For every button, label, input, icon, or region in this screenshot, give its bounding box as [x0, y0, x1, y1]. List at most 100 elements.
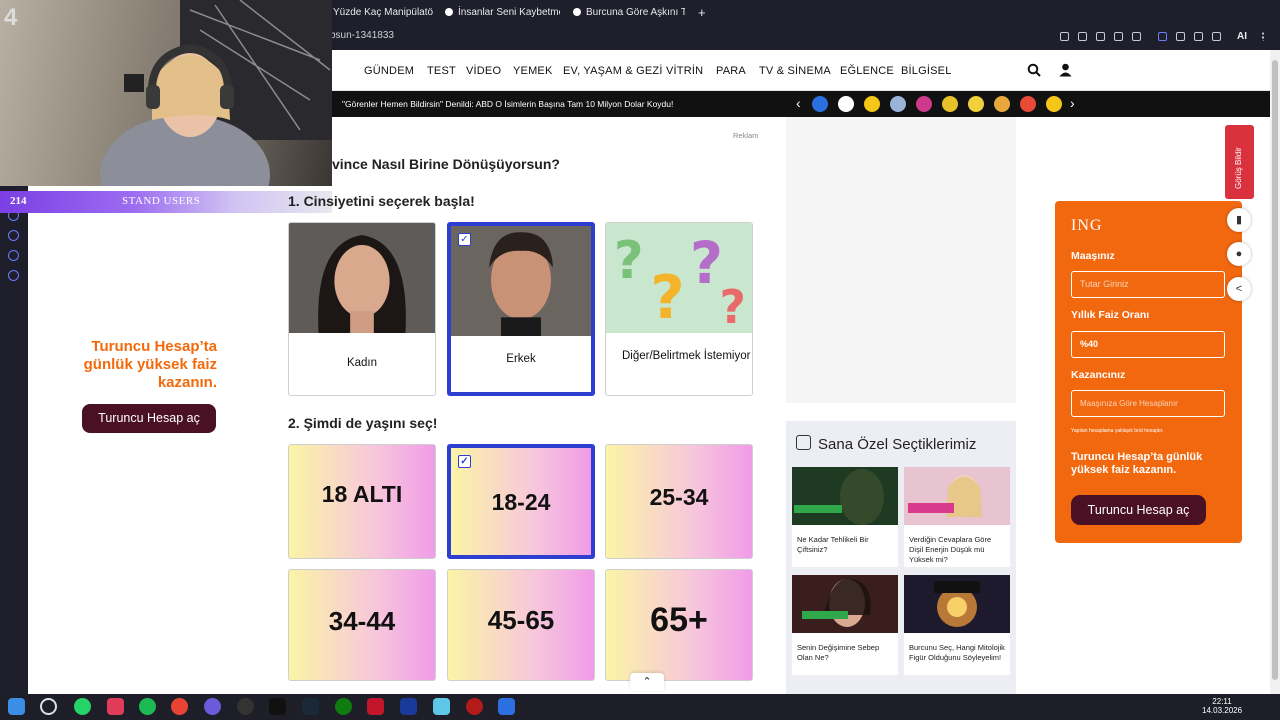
- address-bar[interactable]: bsun-1341833: [330, 30, 394, 41]
- steam-icon[interactable]: [302, 698, 319, 715]
- extension-icon[interactable]: [1158, 32, 1167, 41]
- right-ad-placeholder: [786, 117, 1016, 403]
- ai-button[interactable]: AI: [1237, 31, 1247, 42]
- pick-card[interactable]: Senin Değişimine Sebep Olan Ne?: [792, 575, 898, 675]
- screenshot-icon[interactable]: [1078, 32, 1087, 41]
- whatsapp-icon[interactable]: [74, 698, 91, 715]
- ticker-headline[interactable]: "Görenler Hemen Bildirsin" Denildi: ABD …: [342, 99, 673, 109]
- gender-option-kadin[interactable]: Kadın: [288, 222, 436, 396]
- category-chip-icon[interactable]: [1046, 96, 1062, 112]
- app-icon[interactable]: [367, 698, 384, 715]
- step1-title: 1. Cinsiyetini seçerek başla!: [288, 193, 475, 209]
- pick-card[interactable]: Burcunu Seç, Hangi Mitolojik Figür Olduğ…: [904, 575, 1010, 675]
- ticker-prev-button[interactable]: ‹: [796, 95, 801, 111]
- bookmark-icon[interactable]: [1060, 32, 1069, 41]
- gender-option-erkek[interactable]: ✓ Erkek: [447, 222, 595, 396]
- nav-item-ev-yasam-gezi[interactable]: EV, YAŞAM & GEZİ: [563, 65, 663, 77]
- download-icon[interactable]: [1212, 32, 1221, 41]
- category-chip-icon[interactable]: [864, 96, 880, 112]
- gender-label: Kadın: [346, 357, 378, 369]
- play-icon[interactable]: [1114, 32, 1123, 41]
- nav-item-video[interactable]: VİDEO: [466, 65, 501, 77]
- nav-item-para[interactable]: PARA: [716, 65, 746, 77]
- sidebar-download-icon[interactable]: [8, 250, 19, 261]
- nav-item-gundem[interactable]: GÜNDEM: [364, 65, 414, 77]
- browser-tab-1[interactable]: Yüzde Kaç Manipülatör Ol: [333, 4, 433, 22]
- age-option-18-alti[interactable]: 18 ALTI: [288, 444, 436, 559]
- share-float-icon[interactable]: <: [1227, 277, 1251, 301]
- nav-item-yemek[interactable]: YEMEK: [513, 65, 553, 77]
- nav-item-tv-sinema[interactable]: TV & SİNEMA: [759, 65, 831, 77]
- browser-tab-3[interactable]: Burcuna Göre Aşkını Tanı: [573, 4, 685, 22]
- overlay-text: STAND USERS: [122, 195, 201, 207]
- age-option-65-plus[interactable]: 65+: [605, 569, 753, 681]
- comment-float-icon[interactable]: ●: [1227, 242, 1251, 266]
- pick-thumbnail: [904, 467, 1010, 525]
- feedback-button[interactable]: Görüş Bildir: [1225, 125, 1254, 199]
- app-icon[interactable]: [433, 698, 450, 715]
- scroll-up-button[interactable]: ⌃: [630, 673, 664, 691]
- chrome-icon[interactable]: [171, 698, 188, 715]
- search-icon[interactable]: [1027, 63, 1041, 77]
- left-ad-button[interactable]: Turuncu Hesap aç: [82, 404, 216, 433]
- category-chip-icon[interactable]: [968, 96, 984, 112]
- cam-number: 4: [4, 4, 18, 31]
- age-label: 34-44: [328, 606, 396, 636]
- ing-slogan: Turuncu Hesap’ta günlük yüksek faiz kaza…: [1071, 451, 1203, 476]
- salary-input[interactable]: Tutar Giriniz: [1071, 271, 1225, 298]
- category-chip-icon[interactable]: [838, 96, 854, 112]
- obs-icon[interactable]: [237, 698, 254, 715]
- app-icon[interactable]: [498, 698, 515, 715]
- category-chip-icon[interactable]: [994, 96, 1010, 112]
- search-taskbar-icon[interactable]: [40, 698, 57, 715]
- wallet-icon[interactable]: [1194, 32, 1203, 41]
- sidebar-settings-icon[interactable]: [8, 270, 19, 281]
- start-icon[interactable]: [8, 698, 25, 715]
- tab-favicon-icon: [573, 8, 581, 16]
- ing-cta-button[interactable]: Turuncu Hesap aç: [1071, 495, 1206, 525]
- sidebar-history-icon[interactable]: [8, 230, 19, 241]
- new-tab-button[interactable]: +: [698, 4, 710, 22]
- spotify-icon[interactable]: [139, 698, 156, 715]
- user-icon[interactable]: [1059, 63, 1072, 77]
- age-option-34-44[interactable]: 34-44: [288, 569, 436, 681]
- bookmark-float-icon[interactable]: ▮: [1227, 208, 1251, 232]
- category-chip-icon[interactable]: [812, 96, 828, 112]
- epic-icon[interactable]: [269, 698, 286, 715]
- app-icon[interactable]: [466, 698, 483, 715]
- nav-item-vitrin[interactable]: VİTRİN: [666, 65, 703, 77]
- svg-text:?: ?: [614, 231, 644, 291]
- heart-icon[interactable]: [1132, 32, 1141, 41]
- category-chip-icon[interactable]: [942, 96, 958, 112]
- age-option-18-24[interactable]: ✓ 18-24: [447, 444, 595, 559]
- pick-thumbnail: [792, 575, 898, 633]
- scrollbar-thumb[interactable]: [1272, 60, 1278, 680]
- age-option-45-65[interactable]: 45-65: [447, 569, 595, 681]
- checkbox-icon: ✓: [458, 233, 471, 246]
- category-chip-icon[interactable]: [916, 96, 932, 112]
- pick-card[interactable]: Verdiğin Cevaplara Göre Dişil Enerjin Dü…: [904, 467, 1010, 567]
- shield-icon[interactable]: [1096, 32, 1105, 41]
- age-option-25-34[interactable]: 25-34: [605, 444, 753, 559]
- puzzle-icon[interactable]: [1176, 32, 1185, 41]
- pick-text: Senin Değişimine Sebep Olan Ne?: [797, 643, 880, 662]
- app-icon[interactable]: [400, 698, 417, 715]
- checkbox-icon: ✓: [458, 455, 471, 468]
- rate-field[interactable]: %40: [1071, 331, 1225, 358]
- browser-icon[interactable]: [204, 698, 221, 715]
- nav-item-bilgisel[interactable]: BİLGİSEL: [901, 65, 952, 77]
- category-chip-icon[interactable]: [1020, 96, 1036, 112]
- browser-tab-2[interactable]: İnsanlar Seni Kaybetmekt: [445, 4, 560, 22]
- xbox-icon[interactable]: [335, 698, 352, 715]
- menu-icon[interactable]: [1262, 32, 1271, 41]
- pick-card[interactable]: Ne Kadar Tehlikeli Bir Çiftsiniz?: [792, 467, 898, 567]
- ticker-next-button[interactable]: ›: [1070, 95, 1075, 111]
- app-icon[interactable]: [107, 698, 124, 715]
- gender-option-diger[interactable]: ? ? ? ? Diğer/Belirtmek İstemiyor: [605, 222, 753, 396]
- system-clock[interactable]: 22:11 14.03.2026: [1202, 697, 1242, 715]
- nav-item-test[interactable]: TEST: [427, 65, 456, 77]
- clock-time: 22:11: [1212, 697, 1232, 706]
- nav-item-eglence[interactable]: EĞLENCE: [840, 65, 894, 77]
- category-chip-icon[interactable]: [890, 96, 906, 112]
- left-ad-text[interactable]: Turuncu Hesap’ta günlük yüksek faiz kaza…: [60, 338, 217, 392]
